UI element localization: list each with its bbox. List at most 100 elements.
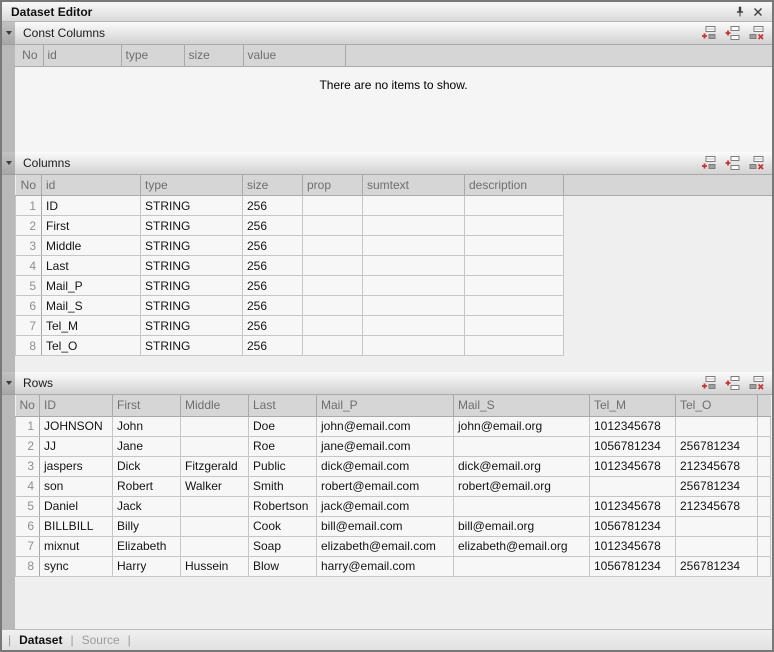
row-number-cell[interactable]: 6 (16, 516, 40, 536)
data-cell-id[interactable]: Middle (42, 236, 141, 256)
data-cell-type[interactable]: STRING (141, 236, 243, 256)
data-cell-id[interactable]: First (42, 216, 141, 236)
data-cell-id[interactable]: mixnut (40, 536, 113, 556)
data-cell-description[interactable] (465, 296, 564, 316)
data-cell-tel_m[interactable] (590, 476, 676, 496)
col-header-first[interactable]: First (113, 395, 181, 416)
data-cell-tel_m[interactable]: 1012345678 (590, 536, 676, 556)
data-cell-last[interactable]: Robertson (249, 496, 317, 516)
data-cell-prop[interactable] (303, 196, 363, 216)
col-header-id[interactable]: id (43, 45, 121, 66)
data-cell-type[interactable]: STRING (141, 276, 243, 296)
data-cell-type[interactable]: STRING (141, 196, 243, 216)
data-cell-sumtext[interactable] (363, 316, 465, 336)
data-cell-mail_s[interactable]: robert@email.org (454, 476, 590, 496)
data-cell-size[interactable]: 256 (243, 296, 303, 316)
data-cell-id[interactable]: Last (42, 256, 141, 276)
data-cell-tel_o[interactable] (676, 416, 758, 436)
data-cell-id[interactable]: Tel_O (42, 336, 141, 356)
data-cell-tel_o[interactable]: 212345678 (676, 456, 758, 476)
col-header-type[interactable]: type (141, 175, 243, 196)
row-number-cell[interactable]: 3 (16, 236, 42, 256)
col-header-size[interactable]: size (243, 175, 303, 196)
data-cell-middle[interactable] (181, 416, 249, 436)
data-cell-tel_o[interactable]: 256781234 (676, 556, 758, 576)
data-cell-size[interactable]: 256 (243, 196, 303, 216)
data-cell-prop[interactable] (303, 296, 363, 316)
data-cell-id[interactable]: JJ (40, 436, 113, 456)
data-cell-type[interactable]: STRING (141, 316, 243, 336)
row-number-cell[interactable]: 7 (16, 536, 40, 556)
data-cell-first[interactable]: John (113, 416, 181, 436)
col-header-middle[interactable]: Middle (181, 395, 249, 416)
data-cell-tel_m[interactable]: 1056781234 (590, 516, 676, 536)
col-header-last[interactable]: Last (249, 395, 317, 416)
data-cell-prop[interactable] (303, 216, 363, 236)
col-header-mail-p[interactable]: Mail_P (317, 395, 454, 416)
data-cell-id[interactable]: jaspers (40, 456, 113, 476)
row-number-cell[interactable]: 4 (16, 256, 42, 276)
data-cell-mail_s[interactable]: elizabeth@email.org (454, 536, 590, 556)
data-cell-description[interactable] (465, 336, 564, 356)
data-cell-mail_s[interactable]: dick@email.org (454, 456, 590, 476)
data-cell-middle[interactable]: Fitzgerald (181, 456, 249, 476)
data-cell-first[interactable]: Harry (113, 556, 181, 576)
data-cell-tel_o[interactable] (676, 516, 758, 536)
data-cell-last[interactable]: Doe (249, 416, 317, 436)
insert-row-button[interactable] (723, 154, 742, 172)
data-cell-tel_m[interactable]: 1012345678 (590, 456, 676, 476)
data-cell-mail_p[interactable]: harry@email.com (317, 556, 454, 576)
data-cell-middle[interactable] (181, 436, 249, 456)
col-header-id[interactable]: ID (40, 395, 113, 416)
data-cell-id[interactable]: Tel_M (42, 316, 141, 336)
data-cell-id[interactable]: JOHNSON (40, 416, 113, 436)
add-row-button[interactable] (699, 154, 718, 172)
data-cell-prop[interactable] (303, 256, 363, 276)
data-cell-middle[interactable] (181, 496, 249, 516)
data-cell-tel_m[interactable]: 1012345678 (590, 496, 676, 516)
data-cell-id[interactable]: Mail_S (42, 296, 141, 316)
data-cell-mail_p[interactable]: john@email.com (317, 416, 454, 436)
data-cell-mail_p[interactable]: jack@email.com (317, 496, 454, 516)
row-number-cell[interactable]: 2 (16, 436, 40, 456)
data-cell-first[interactable]: Jane (113, 436, 181, 456)
row-number-cell[interactable]: 7 (16, 316, 42, 336)
col-header-value[interactable]: value (243, 45, 345, 66)
col-header-mail-s[interactable]: Mail_S (454, 395, 590, 416)
row-number-cell[interactable]: 2 (16, 216, 42, 236)
data-cell-prop[interactable] (303, 336, 363, 356)
data-cell-mail_s[interactable] (454, 496, 590, 516)
data-cell-first[interactable]: Robert (113, 476, 181, 496)
data-cell-size[interactable]: 256 (243, 216, 303, 236)
col-header-tel-m[interactable]: Tel_M (590, 395, 676, 416)
data-cell-size[interactable]: 256 (243, 236, 303, 256)
data-cell-mail_p[interactable]: robert@email.com (317, 476, 454, 496)
col-header-id[interactable]: id (42, 175, 141, 196)
pin-button[interactable] (731, 4, 749, 20)
data-cell-tel_o[interactable] (676, 536, 758, 556)
data-cell-first[interactable]: Dick (113, 456, 181, 476)
col-header-no[interactable]: No (16, 395, 40, 416)
data-cell-description[interactable] (465, 316, 564, 336)
data-cell-tel_o[interactable]: 256781234 (676, 436, 758, 456)
col-header-prop[interactable]: prop (303, 175, 363, 196)
tab-dataset[interactable]: Dataset (19, 633, 62, 647)
collapse-toggle-const-columns[interactable] (2, 22, 15, 45)
col-header-tel-o[interactable]: Tel_O (676, 395, 758, 416)
add-row-button[interactable] (699, 24, 718, 42)
data-cell-mail_s[interactable]: bill@email.org (454, 516, 590, 536)
data-cell-id[interactable]: BILLBILL (40, 516, 113, 536)
row-number-cell[interactable]: 6 (16, 296, 42, 316)
data-cell-last[interactable]: Cook (249, 516, 317, 536)
data-cell-size[interactable]: 256 (243, 256, 303, 276)
data-cell-size[interactable]: 256 (243, 276, 303, 296)
row-number-cell[interactable]: 8 (16, 556, 40, 576)
data-cell-tel_m[interactable]: 1056781234 (590, 556, 676, 576)
delete-row-button[interactable] (747, 154, 766, 172)
col-header-sumtext[interactable]: sumtext (363, 175, 465, 196)
row-number-cell[interactable]: 5 (16, 276, 42, 296)
tab-source[interactable]: Source (82, 633, 120, 647)
col-header-no[interactable]: No (16, 175, 42, 196)
data-cell-first[interactable]: Jack (113, 496, 181, 516)
data-cell-id[interactable]: Daniel (40, 496, 113, 516)
